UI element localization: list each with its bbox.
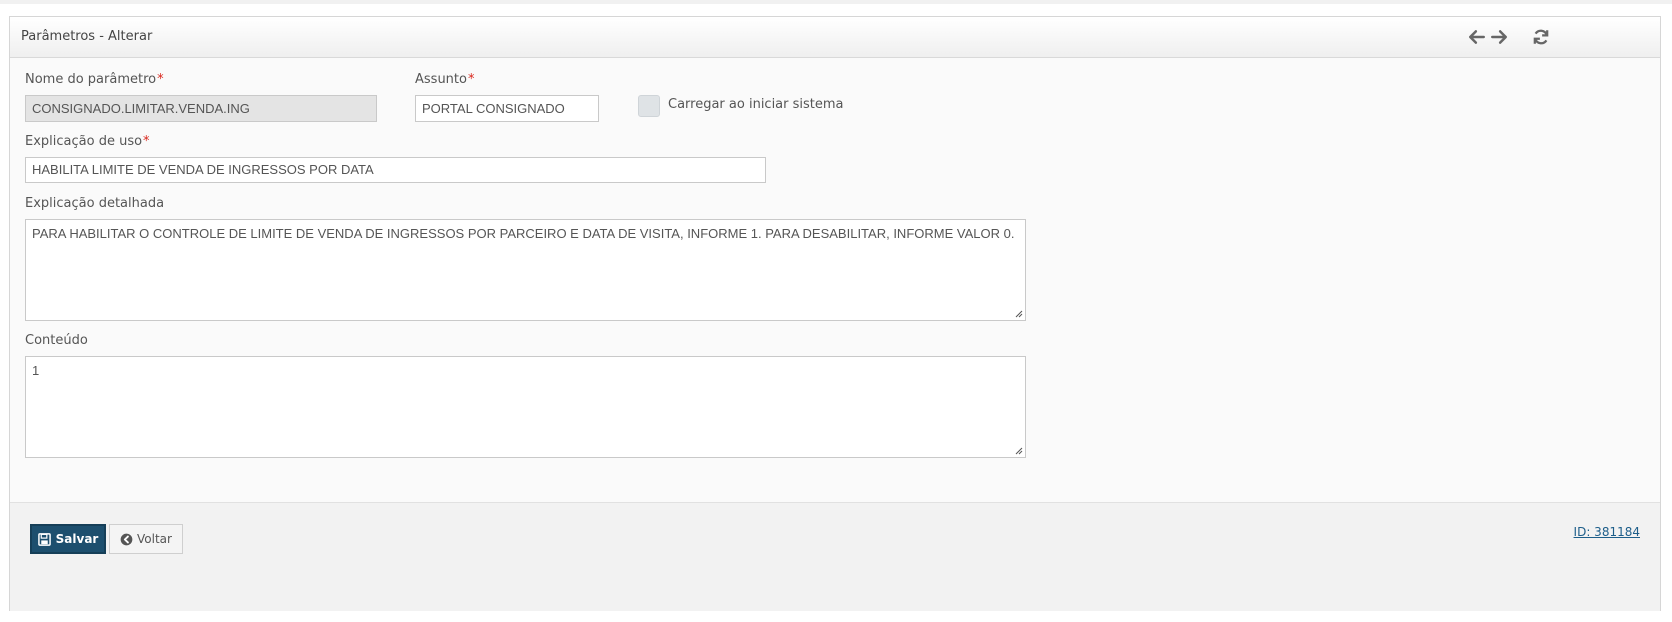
arrow-right-icon[interactable] [1490,28,1508,46]
arrow-left-icon[interactable] [1468,28,1486,46]
explicacao-label: Explicação de uso* [25,134,150,149]
conteudo-text: 1 [32,363,40,378]
detalhada-label: Explicação detalhada [25,196,165,211]
back-button-label: Voltar [137,532,172,546]
conteudo-label: Conteúdo [25,333,88,348]
save-button-label: Salvar [55,532,99,546]
carregar-checkbox[interactable] [638,95,660,117]
required-mark: * [467,72,475,87]
assunto-field[interactable]: PORTAL CONSIGNADO [415,95,599,122]
required-mark: * [157,72,164,87]
carregar-label: Carregar ao iniciar sistema [668,97,844,112]
detalhada-text: PARA HABILITAR O CONTROLE DE LIMITE DE V… [32,226,1015,241]
nome-label-text: Nome do parâmetro [25,72,157,87]
record-id-link[interactable]: ID: 381184 [1574,525,1640,539]
conteudo-textarea[interactable]: 1 [25,356,1026,458]
top-divider [0,0,1672,4]
save-button[interactable]: Salvar [30,524,106,554]
nome-field[interactable]: CONSIGNADO.LIMITAR.VENDA.ING [25,95,377,122]
nome-label: Nome do parâmetro* [25,72,164,87]
back-button[interactable]: Voltar [109,524,183,554]
circle-arrow-left-icon [120,533,133,545]
explicacao-label-text: Explicação de uso [25,134,143,149]
refresh-icon[interactable] [1532,28,1550,46]
page-title: Parâmetros - Alterar [21,29,153,44]
resize-handle-icon[interactable] [1015,310,1023,318]
explicacao-field[interactable]: HABILITA LIMITE DE VENDA DE INGRESSOS PO… [25,157,766,183]
assunto-label-text: Assunto [415,72,467,87]
required-mark: * [143,134,150,149]
floppy-disk-icon [37,532,51,546]
form-panel: Parâmetros - Alterar Nome do parâmetro* … [9,16,1661,611]
resize-handle-icon[interactable] [1015,447,1023,455]
panel-footer: Salvar Voltar ID: 381184 [10,502,1660,611]
panel-header: Parâmetros - Alterar [10,17,1660,58]
assunto-label: Assunto* [415,72,474,87]
detalhada-textarea[interactable]: PARA HABILITAR O CONTROLE DE LIMITE DE V… [25,219,1026,321]
